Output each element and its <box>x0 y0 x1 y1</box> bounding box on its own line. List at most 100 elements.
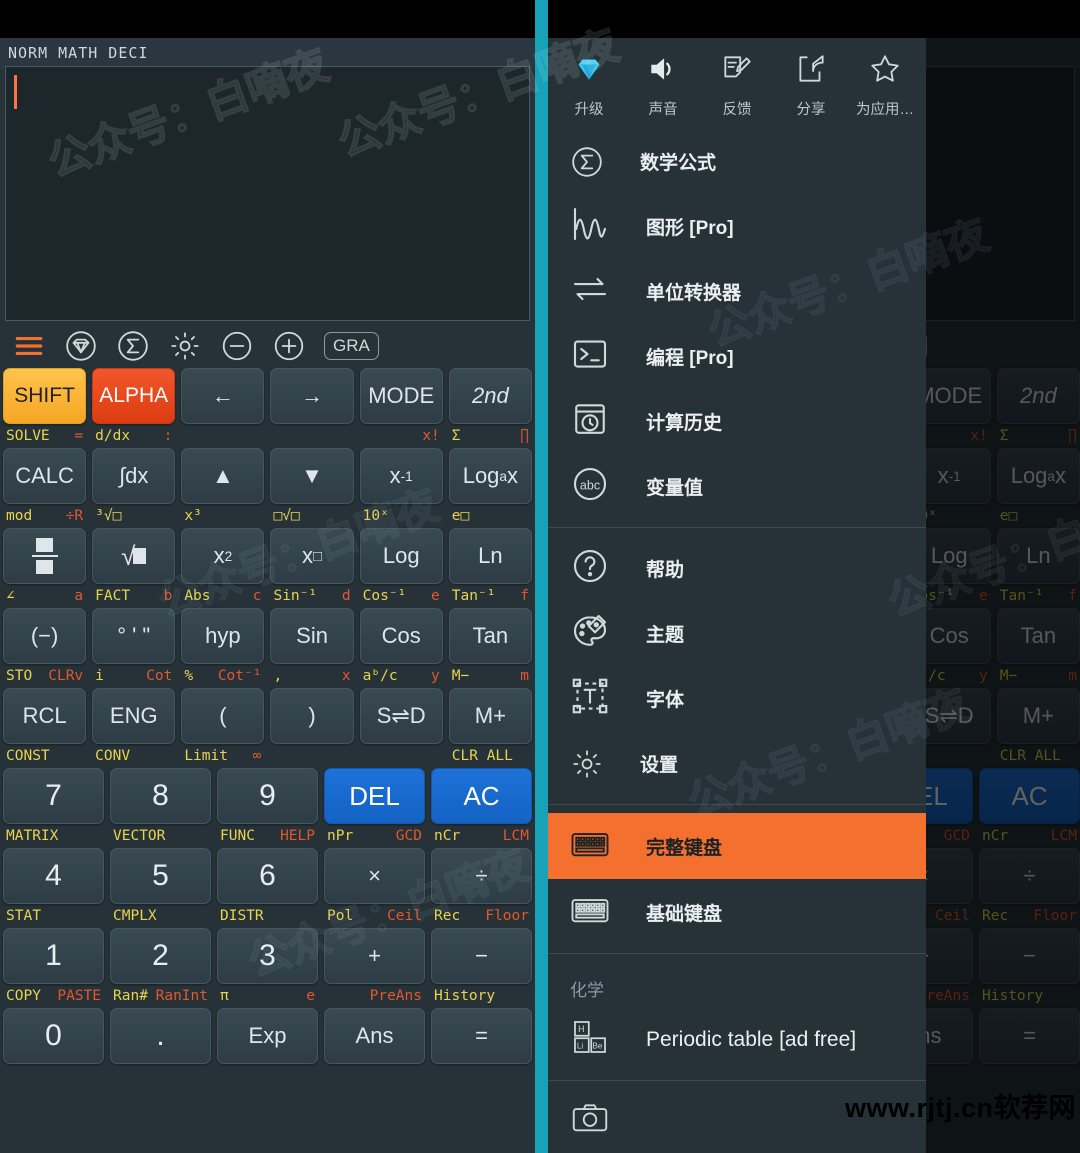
minus-circle-icon[interactable] <box>220 329 254 363</box>
calc-key[interactable]: MODE <box>359 368 443 424</box>
drawer-item[interactable]: 帮助 <box>548 536 926 601</box>
drawer-item[interactable]: 数学公式 <box>548 129 926 194</box>
calc-key[interactable]: ▼ <box>270 448 354 504</box>
calc-key[interactable]: − <box>431 928 532 984</box>
drawer-item[interactable]: 主题 <box>548 601 926 666</box>
calc-key[interactable]: 4 <box>3 848 104 904</box>
hint-shift-label: Limit <box>184 748 228 764</box>
quick-action-feedback[interactable]: 反馈 <box>700 52 774 119</box>
diamond-circle-icon[interactable] <box>64 329 98 363</box>
calc-key[interactable]: = <box>431 1008 532 1064</box>
drawer-group-settings: 帮助主题字体 设置 <box>548 536 926 796</box>
drawer-group-chemistry: H Li Be Periodic table [ad free] <box>548 1007 926 1072</box>
key-hint: CLR ALL <box>446 748 535 764</box>
calc-key[interactable]: ° ' " <box>92 608 176 664</box>
calc-key[interactable]: 1 <box>3 928 104 984</box>
key-hint: nCr LCM <box>428 828 535 844</box>
drawer-item[interactable]: 设置 <box>548 731 926 796</box>
calc-key[interactable]: AC <box>431 768 532 824</box>
calc-key[interactable]: x□ <box>270 528 354 584</box>
key-cell: √ <box>89 528 178 584</box>
calc-key[interactable]: Exp <box>217 1008 318 1064</box>
quick-action-diamond[interactable]: 升级 <box>552 52 626 119</box>
drawer-item[interactable]: 单位转换器 <box>548 259 926 324</box>
hint-shift-label: i <box>95 668 104 684</box>
calc-key[interactable]: Logax <box>448 448 532 504</box>
calc-key[interactable]: + <box>324 928 425 984</box>
calc-key[interactable]: ALPHA <box>92 368 176 424</box>
calc-key[interactable]: SHIFT <box>3 368 87 424</box>
calc-key[interactable]: M+ <box>448 688 532 744</box>
calc-key[interactable]: 9 <box>217 768 318 824</box>
calc-key[interactable]: √ <box>92 528 176 584</box>
key-hint: Abs c <box>178 588 267 604</box>
calc-key[interactable]: Cos <box>359 608 443 664</box>
key-hint: d/dx: <box>89 428 178 444</box>
quick-action-share[interactable]: 分享 <box>774 52 848 119</box>
hint-shift-label: ³√□ <box>95 508 122 524</box>
calc-key[interactable]: Ln <box>448 528 532 584</box>
calc-key[interactable]: ÷ <box>431 848 532 904</box>
calculator-display[interactable] <box>5 66 530 321</box>
calc-key[interactable]: 8 <box>110 768 211 824</box>
calc-key[interactable]: 2 <box>110 928 211 984</box>
calc-key[interactable]: (−) <box>3 608 87 664</box>
calc-key[interactable]: 2nd <box>448 368 532 424</box>
drawer-item[interactable]: 基础键盘 <box>548 879 926 945</box>
sigma-circle-icon[interactable] <box>116 329 150 363</box>
calc-key[interactable]: hyp <box>181 608 265 664</box>
hint-shift-label: STO <box>6 668 33 684</box>
calc-key[interactable]: CALC <box>3 448 87 504</box>
calc-key[interactable]: × <box>324 848 425 904</box>
drawer-item[interactable]: 计算历史 <box>548 389 926 454</box>
calc-key[interactable]: Log <box>359 528 443 584</box>
calc-key[interactable]: Ans <box>324 1008 425 1064</box>
calc-key[interactable]: ← <box>181 368 265 424</box>
calc-key[interactable]: 0 <box>3 1008 104 1064</box>
drawer-item[interactable]: 字体 <box>548 666 926 731</box>
calc-key[interactable]: ∫dx <box>92 448 176 504</box>
calc-key[interactable]: → <box>270 368 354 424</box>
hint-alpha-label: = <box>74 428 84 444</box>
drawer-item[interactable]: 完整键盘 <box>548 813 926 879</box>
calc-key[interactable] <box>3 528 87 584</box>
quick-action-star[interactable]: 为应用… <box>848 52 922 119</box>
drawer-item[interactable]: 编程 [Pro] <box>548 324 926 389</box>
calc-key[interactable]: ▲ <box>181 448 265 504</box>
calc-key[interactable]: 7 <box>3 768 104 824</box>
calc-key[interactable]: x2 <box>181 528 265 584</box>
drawer-item[interactable]: H Li Be Periodic table [ad free] <box>548 1007 926 1072</box>
calc-key[interactable]: RCL <box>3 688 87 744</box>
drawer-item-label: 编程 [Pro] <box>646 348 734 369</box>
quick-action-speaker[interactable]: 声音 <box>626 52 700 119</box>
calc-key[interactable]: ( <box>181 688 265 744</box>
calc-key[interactable]: DEL <box>324 768 425 824</box>
calc-key[interactable]: 3 <box>217 928 318 984</box>
history-icon <box>570 399 610 444</box>
gear-icon[interactable] <box>168 329 202 363</box>
key-row: 456×÷ <box>0 848 535 904</box>
hint-alpha-label: d <box>341 588 351 604</box>
plus-circle-icon[interactable] <box>272 329 306 363</box>
drawer-item[interactable]: 图形 [Pro] <box>548 194 926 259</box>
drawer-item-label: 主题 <box>646 625 685 646</box>
hint-shift-label: CMPLX <box>113 908 157 924</box>
calc-key[interactable]: ENG <box>92 688 176 744</box>
key-hint: i Cot <box>89 668 178 684</box>
palette-icon <box>570 611 610 656</box>
calc-key[interactable]: 6 <box>217 848 318 904</box>
key-hint: x! <box>357 428 446 444</box>
calc-key[interactable]: . <box>110 1008 211 1064</box>
drawer-item[interactable]: abc 变量值 <box>548 454 926 519</box>
calc-key[interactable]: S⇌D <box>359 688 443 744</box>
menu-icon[interactable] <box>12 329 46 363</box>
key-hint: ∠a <box>0 588 89 604</box>
hint-shift-label: CONV <box>95 748 131 764</box>
key-cell: Exp <box>214 1008 321 1064</box>
calc-key[interactable]: x-1 <box>359 448 443 504</box>
calc-key[interactable]: 5 <box>110 848 211 904</box>
calc-key[interactable]: ) <box>270 688 354 744</box>
angle-mode-button[interactable]: GRA <box>324 332 379 360</box>
calc-key[interactable]: Sin <box>270 608 354 664</box>
calc-key[interactable]: Tan <box>448 608 532 664</box>
